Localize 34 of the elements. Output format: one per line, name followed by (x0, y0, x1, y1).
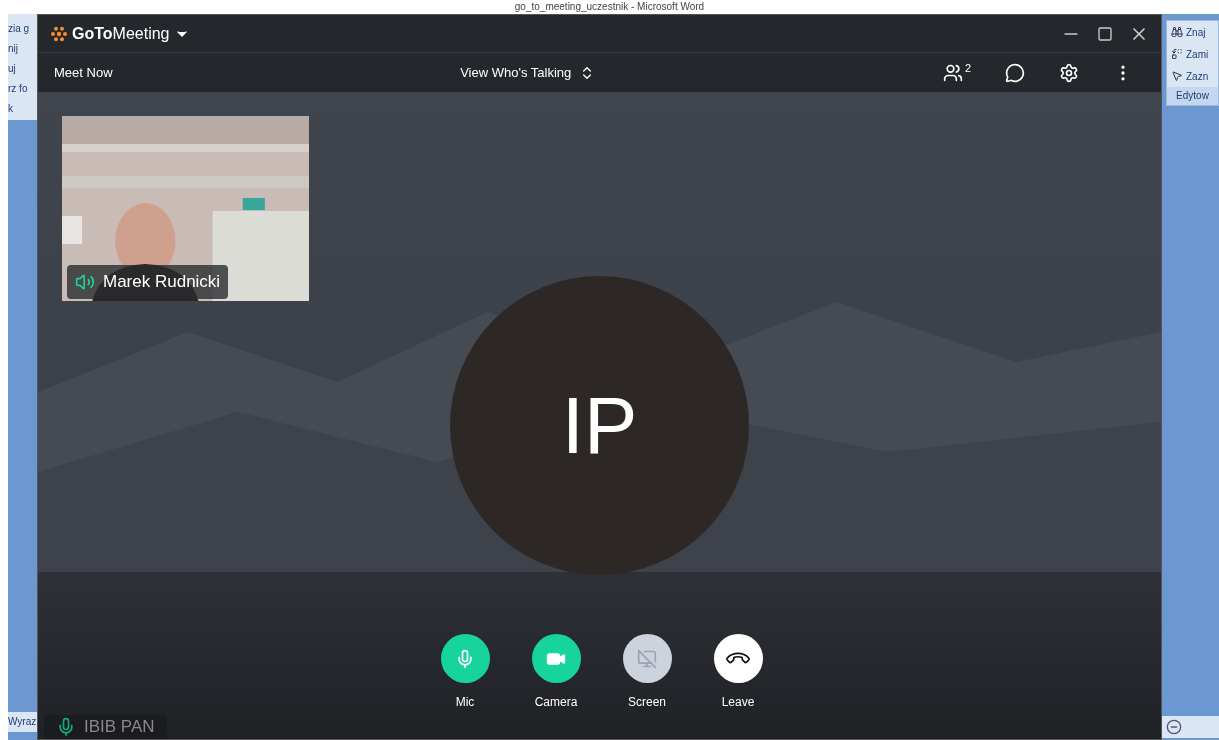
meet-now-link[interactable]: Meet Now (54, 62, 113, 83)
ribbon-item[interactable]: Znaj (1186, 24, 1206, 40)
call-control-button[interactable] (440, 634, 490, 683)
avatar-initials: IP (561, 379, 638, 472)
settings-icon[interactable] (1059, 62, 1079, 83)
app-title: GoToMeeting (72, 23, 170, 44)
ribbon-group-label: Edytow (1167, 87, 1218, 105)
status-item: Wyraz (8, 712, 37, 732)
participant-name: Marek Rudnicki (103, 271, 221, 294)
ribbon-item[interactable]: k (8, 102, 37, 116)
call-control-button[interactable] (531, 634, 581, 683)
ribbon-item[interactable]: Zami (1186, 46, 1209, 62)
chat-icon[interactable] (1005, 62, 1025, 83)
microphone-icon (455, 648, 475, 669)
participants-icon[interactable] (942, 62, 963, 83)
control-label: Mic (455, 694, 475, 711)
control-label: Screen (628, 694, 666, 711)
document-title: go_to_meeting_uczestnik - Microsoft Word (514, 1, 705, 13)
ribbon-item[interactable]: rz fo (8, 82, 37, 96)
view-mode-selector[interactable]: View Who's Talking (460, 62, 572, 83)
ribbon-item[interactable]: Zazn (1186, 68, 1209, 84)
zoom-out-icon[interactable] (1166, 719, 1182, 735)
ribbon-item[interactable]: nij (8, 42, 37, 56)
ribbon-item[interactable]: uj (8, 62, 37, 76)
control-label: Camera (534, 694, 578, 711)
screen-off-icon (637, 648, 657, 669)
logo-icon (50, 24, 68, 43)
maximize-icon[interactable] (1097, 25, 1113, 42)
call-control-button[interactable] (713, 634, 763, 683)
participant-name: IBIB PAN (84, 718, 155, 736)
call-control-button[interactable] (622, 634, 672, 683)
control-label: Leave (721, 694, 755, 711)
ribbon-item[interactable]: zia g (8, 22, 37, 36)
participant-count: 2 (964, 62, 971, 74)
